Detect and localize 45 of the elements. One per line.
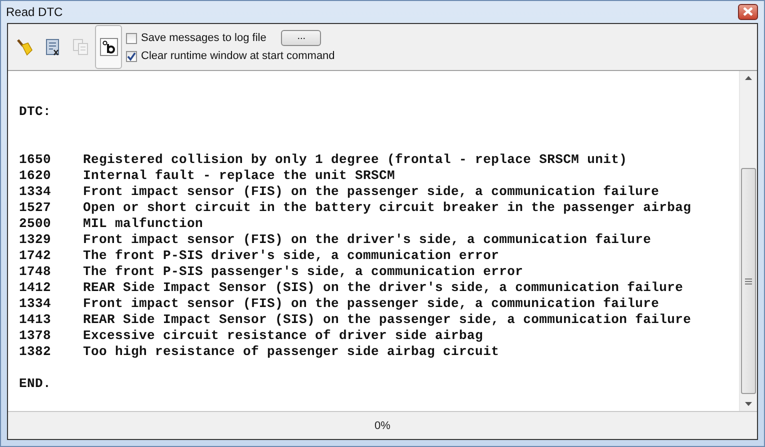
close-button[interactable] <box>738 4 758 20</box>
dtc-code: 1650 <box>19 152 52 168</box>
dtc-description: Excessive circuit resistance of driver side airbag <box>83 328 484 344</box>
dtc-code: 1329 <box>19 232 52 248</box>
dtc-description: Registered collision by only 1 degree (frontal - replace SRSCM unit) <box>83 152 628 168</box>
dtc-code: 1334 <box>19 296 52 312</box>
progress-text: 0% <box>374 420 390 432</box>
dtc-description: MIL malfunction <box>83 216 204 232</box>
dtc-code: 1748 <box>19 264 52 280</box>
close-icon <box>743 7 753 16</box>
dtc-description: REAR Side Impact Sensor (SIS) on the driver's side, a communication failure <box>83 280 684 296</box>
font-size-icon <box>100 38 118 56</box>
dtc-code: 1742 <box>19 248 52 264</box>
checkbox[interactable] <box>126 32 137 44</box>
output-footer: END. <box>19 376 739 392</box>
dtc-code: 1527 <box>19 200 52 216</box>
dtc-description: Too high resistance of passenger side airbag circuit <box>83 344 500 360</box>
grip-icon <box>745 278 752 284</box>
window-title: Read DTC <box>6 5 63 19</box>
dtc-code: 1334 <box>19 184 52 200</box>
output-header: DTC: <box>19 104 52 120</box>
checkbox-label: Save messages to log file <box>141 32 266 44</box>
document-icon <box>46 38 60 56</box>
scrollbar-thumb[interactable] <box>741 168 756 394</box>
dtc-code: 1620 <box>19 168 52 184</box>
dtc-description: Front impact sensor (FIS) on the passenger side, a communication failure <box>83 184 660 200</box>
browse-button[interactable]: ... <box>281 30 322 46</box>
copy-icon <box>72 38 88 56</box>
dtc-description: Open or short circuit in the battery circuit breaker in the passenger airbag <box>83 200 692 216</box>
dtc-description: The front P-SIS passenger's side, a communication error <box>83 264 524 280</box>
dtc-code: 1378 <box>19 328 52 344</box>
checkbox[interactable] <box>126 50 137 62</box>
scrollbar[interactable] <box>739 71 757 411</box>
dtc-code: 1412 <box>19 280 52 296</box>
toolbar-button[interactable] <box>95 25 122 69</box>
broom-icon <box>16 38 32 56</box>
dtc-code: 2500 <box>19 216 52 232</box>
dtc-description: REAR Side Impact Sensor (SIS) on the passenger side, a communication failure <box>83 312 692 328</box>
dtc-description: Front impact sensor (FIS) on the driver's side, a communication failure <box>83 232 652 248</box>
dtc-code: 1382 <box>19 344 52 360</box>
dtc-description: The front P-SIS driver's side, a communication error <box>83 248 500 264</box>
checkbox-label: Clear runtime window at start command <box>141 50 335 62</box>
dtc-description: Internal fault - replace the unit SRSCM <box>83 168 396 184</box>
dtc-description: Front impact sensor (FIS) on the passenger side, a communication failure <box>83 296 660 312</box>
dtc-code: 1413 <box>19 312 52 328</box>
